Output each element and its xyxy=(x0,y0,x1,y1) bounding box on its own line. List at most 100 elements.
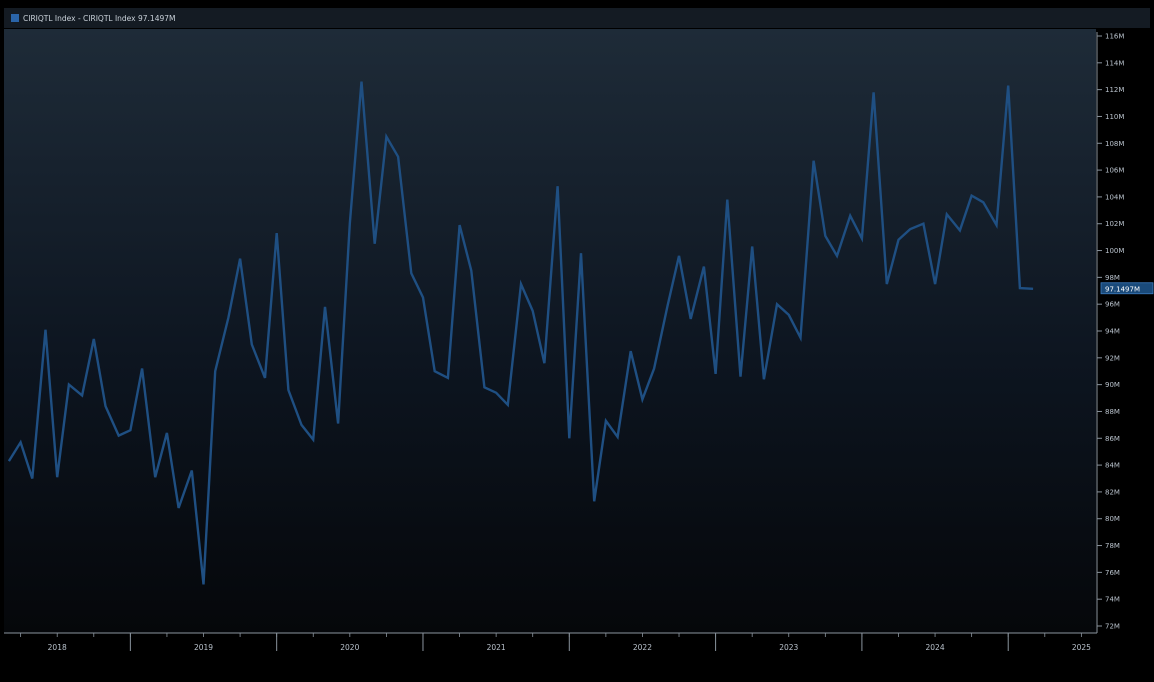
y-tick-label: 76M xyxy=(1105,569,1120,577)
data-point xyxy=(934,283,936,285)
y-tick-label: 96M xyxy=(1105,301,1120,309)
data-point xyxy=(836,255,838,257)
data-point xyxy=(788,314,790,316)
y-tick-label: 94M xyxy=(1105,328,1120,336)
data-point xyxy=(1007,84,1009,86)
data-point xyxy=(886,283,888,285)
x-year-label: 2024 xyxy=(926,643,945,652)
data-point xyxy=(349,223,351,225)
y-tick-label: 86M xyxy=(1105,435,1120,443)
data-point xyxy=(287,389,289,391)
data-point xyxy=(93,338,95,340)
data-point xyxy=(154,476,156,478)
x-year-label: 2023 xyxy=(779,643,798,652)
data-point xyxy=(104,405,106,407)
data-point xyxy=(81,394,83,396)
data-point xyxy=(922,223,924,225)
data-point xyxy=(970,194,972,196)
data-point xyxy=(458,224,460,226)
x-year-label: 2018 xyxy=(48,643,67,652)
data-point xyxy=(861,237,863,239)
data-point xyxy=(520,283,522,285)
data-point xyxy=(360,80,362,82)
data-point xyxy=(19,441,21,443)
legend-swatch xyxy=(11,14,19,22)
data-point xyxy=(166,432,168,434)
data-point xyxy=(447,377,449,379)
y-tick-label: 82M xyxy=(1105,488,1120,496)
y-tick-label: 84M xyxy=(1105,462,1120,470)
y-tick-label: 98M xyxy=(1105,274,1120,282)
x-year-label: 2019 xyxy=(194,643,213,652)
data-point xyxy=(44,328,46,330)
data-point xyxy=(337,422,339,424)
y-axis-ticks: 72M 74M 76M 78M 80M 82M 84M 86M 88M 90M 92M 94M 96M 9… xyxy=(1097,33,1124,631)
data-point xyxy=(824,235,826,237)
data-point xyxy=(653,367,655,369)
data-point xyxy=(117,434,119,436)
data-point xyxy=(739,375,741,377)
x-year-label: 2020 xyxy=(340,643,359,652)
y-tick-label: 102M xyxy=(1105,220,1124,228)
data-point xyxy=(946,213,948,215)
y-tick-label: 92M xyxy=(1105,354,1120,362)
data-point xyxy=(385,135,387,137)
data-point xyxy=(616,436,618,438)
data-point xyxy=(641,398,643,400)
data-point xyxy=(264,377,266,379)
data-point xyxy=(959,229,961,231)
x-axis-ticks: 2018 2019 2020 2021 2022 2023 2024 2025 xyxy=(20,633,1091,652)
data-point xyxy=(410,272,412,274)
data-point xyxy=(703,265,705,267)
data-point xyxy=(141,367,143,369)
y-tick-label: 100M xyxy=(1105,247,1124,255)
data-point xyxy=(177,507,179,509)
x-year-label: 2021 xyxy=(487,643,506,652)
data-point xyxy=(605,420,607,422)
data-point xyxy=(532,310,534,312)
line-chart: CIRIQTL Index - CIRIQTL Index 97.1497M 7… xyxy=(4,8,1154,652)
y-tick-label: 90M xyxy=(1105,381,1120,389)
legend-bar xyxy=(4,8,1150,28)
plot-area xyxy=(4,29,1096,633)
y-tick-label: 106M xyxy=(1105,167,1124,175)
data-point xyxy=(191,469,193,471)
data-point xyxy=(678,255,680,257)
y-tick-label: 74M xyxy=(1105,596,1120,604)
data-point xyxy=(433,370,435,372)
data-point xyxy=(568,437,570,439)
data-point xyxy=(275,232,277,234)
data-point xyxy=(8,460,10,462)
data-point xyxy=(666,306,668,308)
x-year-label: 2025 xyxy=(1072,643,1091,652)
x-year-label: 2022 xyxy=(633,643,652,652)
y-tick-label: 110M xyxy=(1105,113,1124,121)
y-tick-label: 72M xyxy=(1105,623,1120,631)
data-point xyxy=(872,91,874,93)
data-point xyxy=(714,373,716,375)
data-point xyxy=(507,404,509,406)
data-point xyxy=(995,224,997,226)
data-point xyxy=(129,429,131,431)
data-point xyxy=(556,185,558,187)
data-point xyxy=(580,252,582,254)
data-point xyxy=(1019,287,1021,289)
data-point xyxy=(483,386,485,388)
last-value-tag: 97.1497M xyxy=(1100,282,1154,295)
data-point xyxy=(214,370,216,372)
data-point xyxy=(776,303,778,305)
data-point xyxy=(763,378,765,380)
data-point xyxy=(312,438,314,440)
data-point xyxy=(31,477,33,479)
y-tick-label: 78M xyxy=(1105,542,1120,550)
data-point xyxy=(202,583,204,585)
data-point xyxy=(593,500,595,502)
data-point xyxy=(470,269,472,271)
data-point xyxy=(1032,288,1034,290)
data-point xyxy=(982,201,984,203)
data-point xyxy=(897,239,899,241)
data-point xyxy=(799,337,801,339)
y-tick-label: 114M xyxy=(1105,59,1124,67)
y-tick-label: 88M xyxy=(1105,408,1120,416)
y-tick-label: 108M xyxy=(1105,140,1124,148)
